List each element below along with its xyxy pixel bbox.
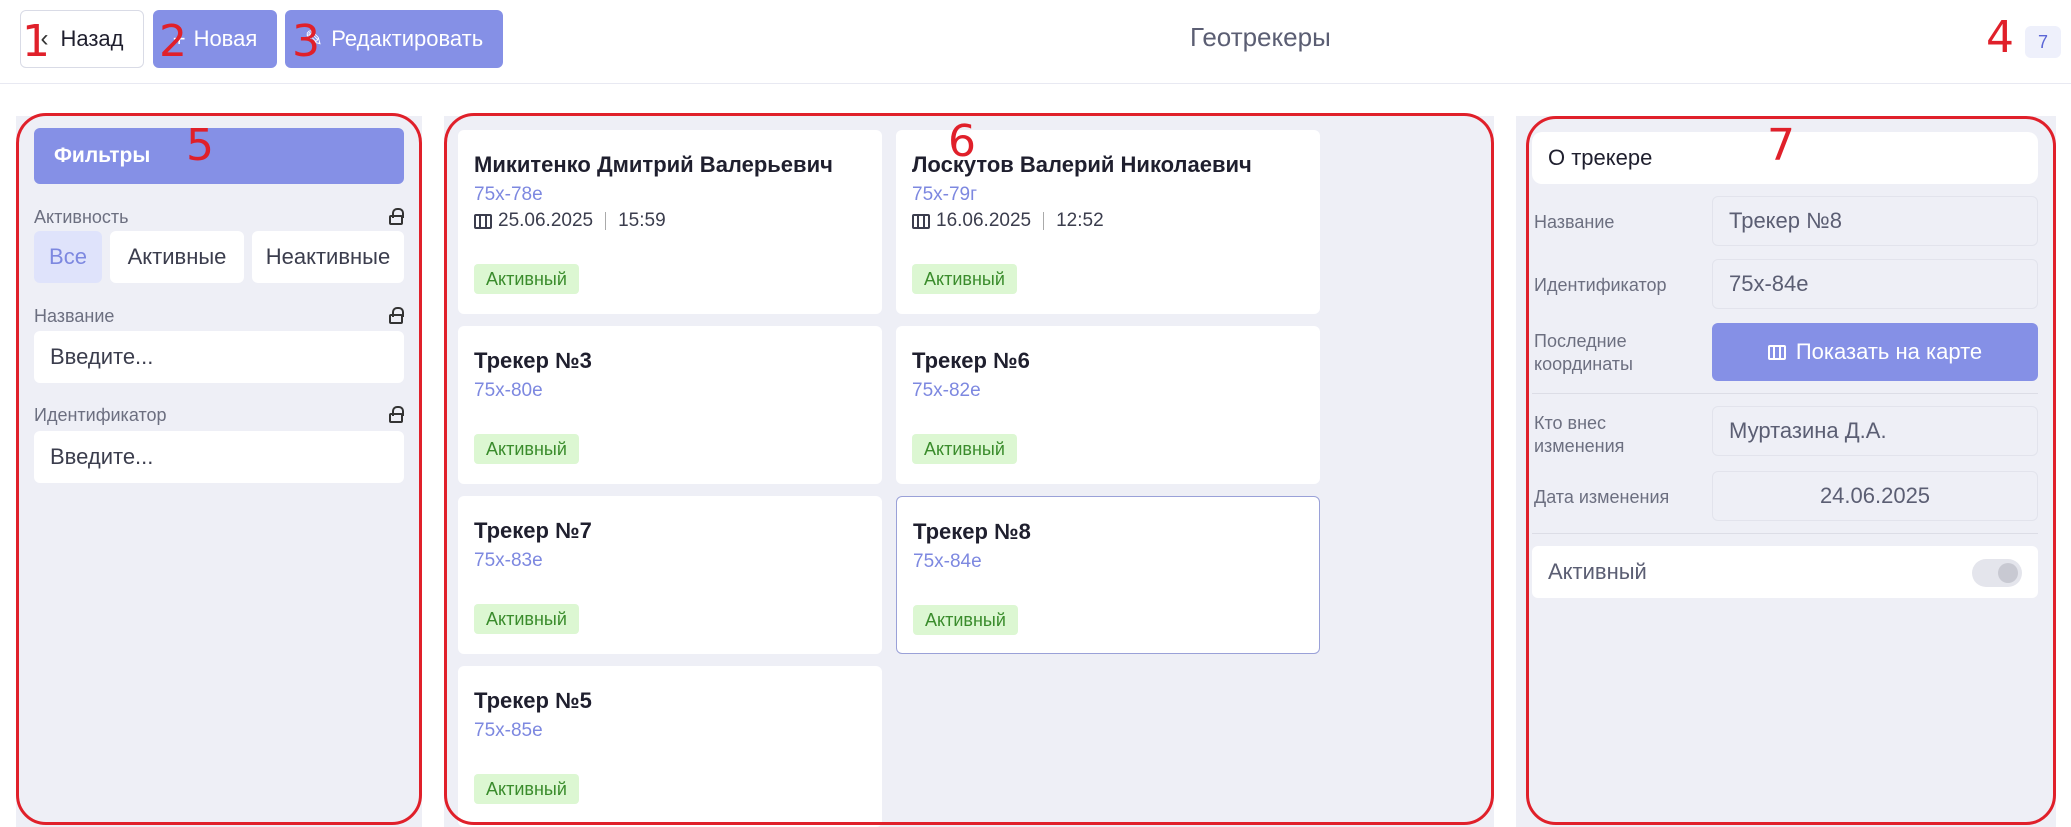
- show-on-map-label: Показать на карте: [1795, 339, 1983, 364]
- tracker-id: 75x-78e: [474, 184, 543, 205]
- tracker-date: 25.06.2025: [498, 210, 594, 231]
- tracker-name: Трекер №5: [474, 688, 592, 713]
- annotation-number: 4: [1986, 12, 2014, 63]
- id-filter-label: Идентификатор: [34, 405, 167, 425]
- detail-changed-by-label: Кто внес изменения: [1534, 413, 1625, 456]
- status-badge: Активный: [474, 774, 579, 804]
- tracker-id: 75x-85e: [474, 720, 543, 741]
- detail-id-label: Идентификатор: [1534, 275, 1667, 295]
- tracker-id: 75x-80e: [474, 380, 543, 401]
- active-toggle-row: Активный: [1532, 546, 2038, 598]
- active-toggle[interactable]: [1972, 559, 2022, 587]
- tracker-name: Микитенко Дмитрий Валерьевич: [474, 152, 833, 177]
- divider: [1043, 212, 1045, 230]
- status-badge: Активный: [474, 604, 579, 634]
- activity-filter-label: Активность: [34, 207, 129, 227]
- annotation-number: 2: [159, 16, 187, 67]
- new-button-label: Новая: [193, 26, 258, 51]
- name-filter-label: Название: [34, 306, 115, 326]
- map-icon: [1767, 344, 1786, 360]
- back-button-label: Назад: [60, 26, 124, 51]
- id-filter-input[interactable]: [34, 431, 404, 483]
- tracker-last-seen: 16.06.2025 12:52: [912, 210, 1104, 232]
- filters-header[interactable]: Фильтры: [34, 128, 404, 184]
- lock-icon[interactable]: [389, 208, 404, 225]
- divider: [1532, 533, 2038, 534]
- tracker-card-selected[interactable]: Трекер №8 75x-84e Активный: [896, 496, 1320, 654]
- detail-coords-label: Последние координаты: [1534, 331, 1633, 374]
- edit-button-label: Редактировать: [331, 26, 484, 51]
- tracker-id: 75x-84e: [913, 551, 982, 572]
- tracker-name: Трекер №8: [913, 519, 1031, 544]
- detail-changed-date-value: 24.06.2025: [1712, 471, 2038, 521]
- name-filter-input[interactable]: [34, 331, 404, 383]
- status-badge: Активный: [913, 605, 1018, 635]
- detail-id-value: 75x-84e: [1712, 259, 2038, 309]
- tracker-name: Трекер №3: [474, 348, 592, 373]
- lock-icon[interactable]: [389, 406, 404, 423]
- activity-option-all[interactable]: Все: [34, 231, 102, 283]
- detail-name-value: Трекер №8: [1712, 196, 2038, 246]
- tracker-card[interactable]: Трекер №5 75x-85e Активный: [458, 666, 882, 827]
- map-icon: [474, 213, 492, 229]
- tracker-card[interactable]: Трекер №6 75x-82e Активный: [896, 326, 1320, 484]
- divider: [605, 212, 607, 230]
- show-on-map-button[interactable]: Показать на карте: [1712, 323, 2038, 381]
- annotation-number: 7: [1767, 120, 1795, 171]
- divider: [1532, 393, 2038, 394]
- tracker-time: 12:52: [1056, 210, 1104, 231]
- status-badge: Активный: [912, 264, 1017, 294]
- lock-icon[interactable]: [389, 307, 404, 324]
- annotation-number: 1: [22, 16, 50, 67]
- page-title: Геотрекеры: [1190, 22, 1331, 52]
- tracker-name: Трекер №6: [912, 348, 1030, 373]
- status-badge: Активный: [474, 434, 579, 464]
- count-badge: 7: [2025, 26, 2061, 58]
- tracker-card[interactable]: Микитенко Дмитрий Валерьевич 75x-78e 25.…: [458, 130, 882, 314]
- tracker-card[interactable]: Трекер №3 75x-80e Активный: [458, 326, 882, 484]
- tracker-id: 75x-79г: [912, 184, 978, 205]
- activity-option-inactive[interactable]: Неактивные: [252, 231, 404, 283]
- tracker-id: 75x-83e: [474, 550, 543, 571]
- tracker-time: 15:59: [618, 210, 666, 231]
- status-badge: Активный: [912, 434, 1017, 464]
- activity-option-active[interactable]: Активные: [110, 231, 244, 283]
- map-icon: [912, 213, 930, 229]
- tracker-id: 75x-82e: [912, 380, 981, 401]
- annotation-number: 3: [292, 16, 320, 67]
- detail-changed-by-value: Муртазина Д.А.: [1712, 406, 2038, 456]
- active-toggle-label: Активный: [1548, 559, 1647, 584]
- detail-name-label: Название: [1534, 212, 1615, 232]
- annotation-number: 6: [948, 116, 976, 167]
- status-badge: Активный: [474, 264, 579, 294]
- tracker-card[interactable]: Трекер №7 75x-83e Активный: [458, 496, 882, 654]
- tracker-last-seen: 25.06.2025 15:59: [474, 210, 666, 232]
- tracker-date: 16.06.2025: [936, 210, 1032, 231]
- annotation-number: 5: [186, 120, 214, 171]
- detail-changed-date-label: Дата изменения: [1534, 487, 1670, 507]
- tracker-name: Трекер №7: [474, 518, 592, 543]
